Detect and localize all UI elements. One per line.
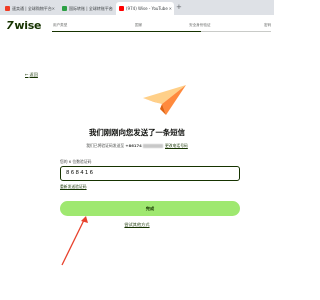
tab-title: 速卖通 | 全球购物平台 — [12, 6, 52, 11]
site-favicon-icon — [62, 6, 67, 11]
close-tab-icon[interactable]: ✕ — [52, 2, 55, 15]
new-tab-button[interactable]: + — [176, 2, 182, 13]
browser-tab[interactable]: 速卖通 | 全球购物平台 ✕ — [2, 2, 57, 15]
verification-code-input[interactable]: 868416 — [60, 166, 240, 181]
resend-code-link[interactable]: 重新发送验证码 — [60, 184, 87, 190]
sms-sent-subtitle: 我们已将验证码发送至 +86174 更改电话号码 — [0, 143, 274, 149]
paper-plane-icon — [143, 85, 186, 115]
close-tab-icon[interactable]: ✕ — [109, 2, 112, 15]
step-label: 用户类型 — [53, 23, 68, 27]
tab-title: (974) Wise - YouTube — [126, 6, 168, 11]
progress-fill — [52, 31, 201, 33]
change-phone-link[interactable]: 更改电话号码 — [165, 143, 188, 148]
phone-number: +86174 — [125, 143, 142, 148]
back-link[interactable]: ←返回 — [25, 72, 38, 78]
logo-text: wise — [14, 19, 42, 32]
youtube-favicon-icon — [119, 6, 124, 11]
done-button[interactable]: 完成 — [60, 201, 240, 216]
wise-logo[interactable]: 7wise — [5, 19, 42, 32]
tab-title: 国际转账 | 全球转账平台 — [69, 6, 113, 11]
page-title: 我们刚刚向您发送了一条短信 — [88, 128, 186, 137]
masked-phone-digits — [142, 144, 163, 148]
subtitle-prefix: 我们已将验证码发送至 — [86, 143, 125, 148]
close-tab-icon[interactable]: ✕ — [169, 2, 172, 15]
arrow-left-icon: ← — [25, 72, 29, 77]
page — [0, 15, 274, 300]
browser-tab-active[interactable]: (974) Wise - YouTube ✕ — [116, 2, 174, 15]
step-label: 密码 — [264, 23, 272, 27]
browser-tab[interactable]: 国际转账 | 全球转账平台 ✕ — [59, 2, 114, 15]
aliexpress-favicon-icon — [5, 6, 10, 11]
step-label: 安全身份验证 — [189, 23, 211, 27]
step-label: 国家 — [135, 23, 143, 27]
browser-tabbar: 速卖通 | 全球购物平台 ✕ 国际转账 | 全球转账平台 ✕ (974) Wis… — [0, 0, 274, 15]
back-label: 返回 — [29, 72, 38, 77]
try-other-method-link[interactable]: 尝试其他方式 — [0, 222, 274, 228]
progress-stepper: 用户类型 国家 安全身份验证 密码 — [52, 23, 271, 43]
code-field-label: 您的 6 位数验证码 — [60, 159, 92, 164]
